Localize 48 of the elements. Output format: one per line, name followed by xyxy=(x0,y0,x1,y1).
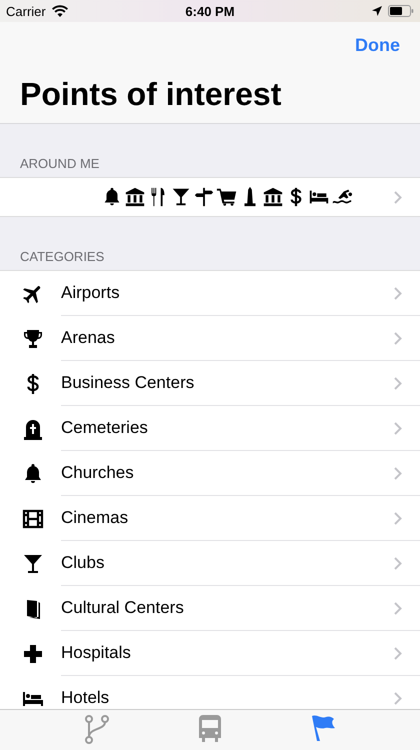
cart-icon xyxy=(216,186,238,208)
signpost-icon xyxy=(193,186,215,208)
chevron-icon xyxy=(394,692,402,704)
category-row[interactable]: Cinemas xyxy=(0,496,420,541)
section-header: AROUND ME xyxy=(19,155,100,173)
category-row[interactable]: Cemeteries xyxy=(0,406,420,451)
category-label: Hotels xyxy=(61,688,110,708)
category-label: Churches xyxy=(61,463,134,483)
clock-time: 6:40 PM xyxy=(184,4,236,18)
category-label: Cinemas xyxy=(61,508,128,528)
chevron-icon xyxy=(394,422,402,434)
category-row[interactable]: Airports xyxy=(0,271,420,316)
carrier-label: Carrier xyxy=(6,4,46,18)
chevron-icon xyxy=(394,332,402,344)
category-label: Cemeteries xyxy=(61,418,148,438)
chevron-icon xyxy=(394,286,402,300)
category-label: Arenas xyxy=(61,328,115,348)
chevron-icon xyxy=(394,190,402,204)
section-header: CATEGORIES xyxy=(19,248,106,266)
branch-tab[interactable] xyxy=(84,714,110,744)
category-label: Hospitals xyxy=(61,643,131,663)
category-label: Clubs xyxy=(61,553,104,573)
chevron-icon xyxy=(394,602,402,614)
category-row[interactable]: Hospitals xyxy=(0,631,420,676)
bus-tab[interactable] xyxy=(198,714,221,744)
category-label: Business Centers xyxy=(61,373,194,393)
bank-icon xyxy=(124,186,146,208)
around-me-row[interactable] xyxy=(0,177,420,217)
chevron-icon xyxy=(394,376,402,390)
category-label: Cultural Centers xyxy=(61,598,184,618)
category-row[interactable]: Churches xyxy=(0,451,420,496)
category-row[interactable]: Clubs xyxy=(0,541,420,586)
bank-icon xyxy=(262,186,284,208)
category-row[interactable]: Business Centers xyxy=(0,361,420,406)
page-title: Points of interest xyxy=(20,76,282,113)
chevron-icon xyxy=(394,646,402,660)
flag-tab[interactable] xyxy=(310,714,336,742)
location-arrow-icon xyxy=(372,6,382,16)
category-row[interactable]: Cultural Centers xyxy=(0,586,420,631)
category-row[interactable]: Arenas xyxy=(0,316,420,361)
chevron-icon xyxy=(394,512,402,524)
category-label: Airports xyxy=(61,283,120,303)
wifi-icon xyxy=(52,5,68,17)
chevron-icon xyxy=(394,556,402,570)
battery-icon xyxy=(388,5,414,17)
chevron-icon xyxy=(394,466,402,480)
done-button[interactable]: Done xyxy=(355,22,400,68)
cocktail-glass-icon xyxy=(170,186,192,208)
